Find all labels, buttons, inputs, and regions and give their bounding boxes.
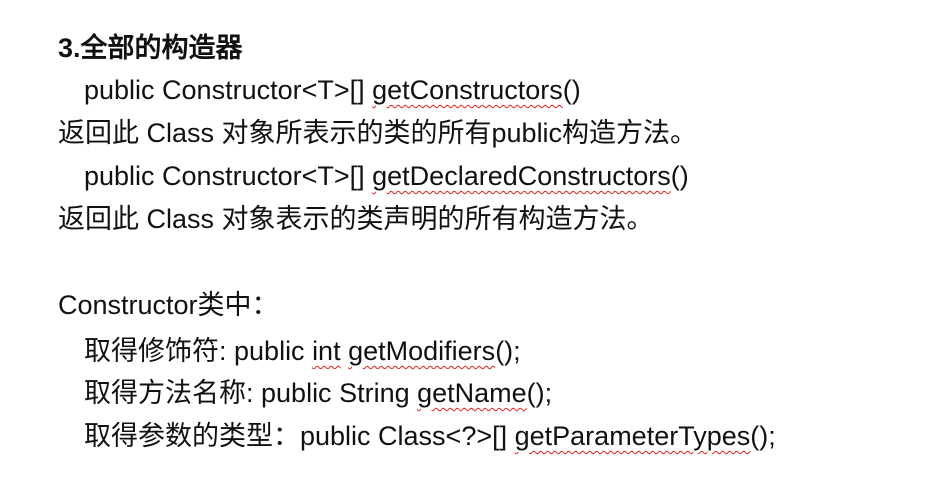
method-name: getDeclaredConstructors [372,161,671,191]
code-prefix: public [234,336,313,366]
constructor-class-heading: Constructor类中： [58,290,279,320]
method-name: getParameterTypes [514,421,751,451]
code-suffix: (); [495,336,521,366]
signature-prefix: public Constructor<T>[] [84,161,373,191]
method-name: getConstructors [372,75,563,105]
code-suffix: (); [750,421,776,451]
code-prefix: public Class<?>[] [300,421,515,451]
constructor-item-name: 取得方法名称: public String getName(); [84,375,552,411]
document-page: 3.全部的构造器 public Constructor<T>[] getCons… [0,0,937,488]
signature-suffix: () [670,161,689,191]
type-word: int [312,336,341,366]
method-signature-2: public Constructor<T>[] getDeclaredConst… [84,158,689,194]
method-name: getName [417,378,527,408]
signature-suffix: () [562,75,581,105]
code-suffix: (); [526,378,553,408]
item-label: 取得参数的类型： [84,421,300,451]
section-heading: 3.全部的构造器 [58,33,243,63]
constructor-item-parameter-types: 取得参数的类型：public Class<?>[] getParameterTy… [84,418,776,454]
item-label: 取得方法名称: [84,378,262,408]
method-name: getModifiers [348,336,496,366]
method-signature-1: public Constructor<T>[] getConstructors(… [84,72,581,108]
constructor-item-modifiers: 取得修饰符: public int getModifiers(); [84,333,521,369]
method-description-2: 返回此 Class 对象表示的类声明的所有构造方法。 [58,204,654,234]
signature-prefix: public Constructor<T>[] [84,75,373,105]
code-prefix: public String [261,378,418,408]
method-description-1: 返回此 Class 对象所表示的类的所有public构造方法。 [58,118,698,148]
item-label: 取得修饰符: [84,336,235,366]
